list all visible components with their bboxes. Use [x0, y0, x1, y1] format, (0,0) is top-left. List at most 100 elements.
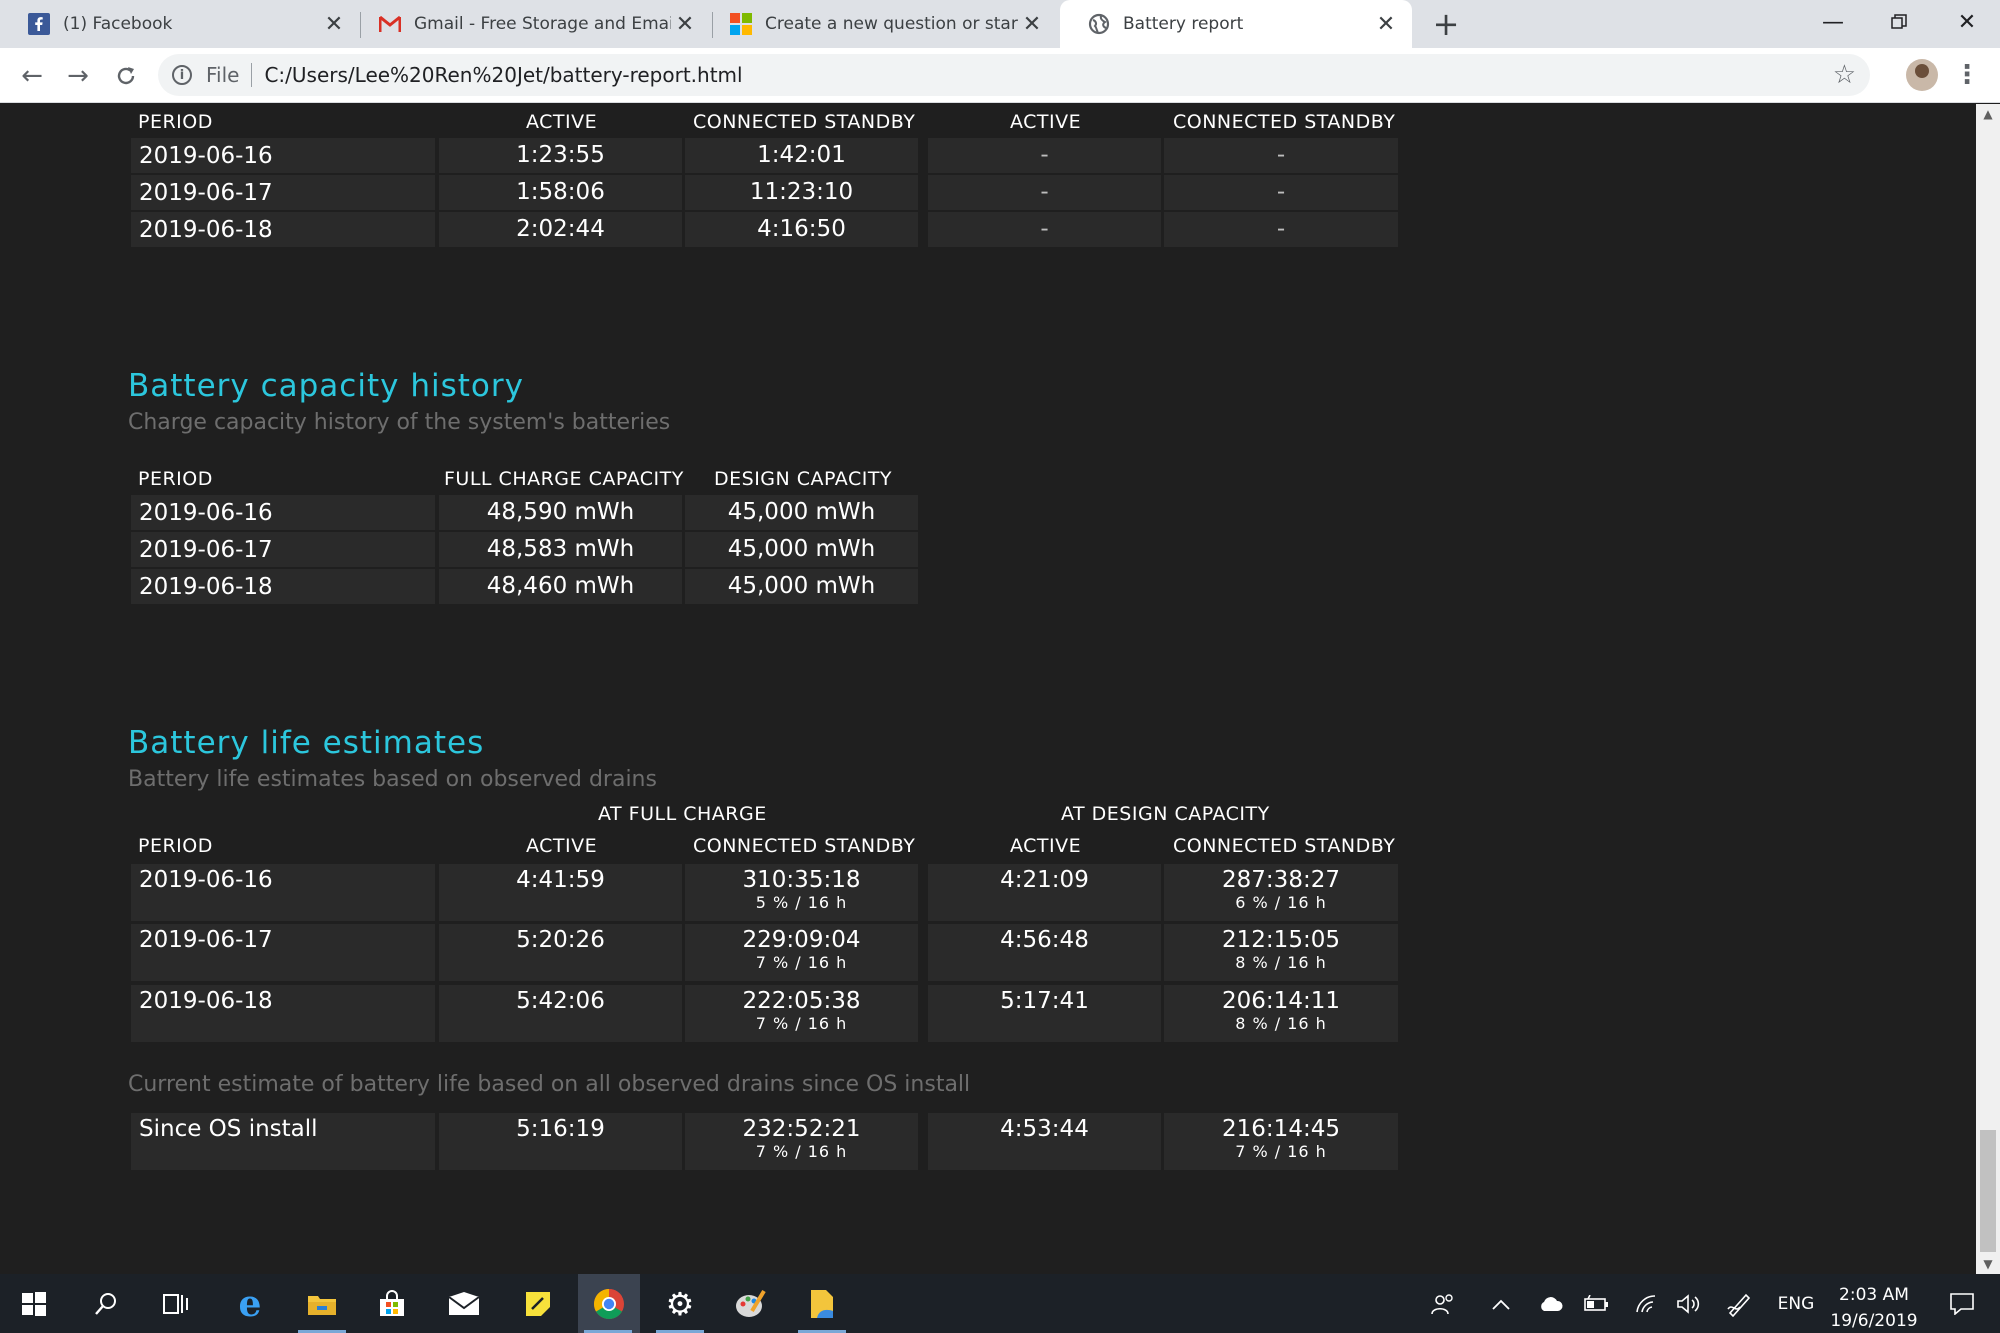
url-text[interactable]: C:/Users/Lee%20Ren%20Jet/battery-report.…: [264, 63, 742, 87]
column-header: PERIOD: [138, 111, 213, 133]
standby-value: 216:14:45: [1222, 1116, 1340, 1142]
table-row: 2019-06-17 1:58:06 11:23:10 - -: [131, 175, 1398, 210]
windows-start-icon[interactable]: [4, 1274, 64, 1333]
design-capacity-cell: 45,000 mWh: [685, 569, 918, 604]
standby-drain: 7 % / 16 h: [755, 1142, 848, 1161]
volume-icon[interactable]: [1672, 1274, 1706, 1333]
kebab-menu-icon[interactable]: ⋮: [1954, 57, 1980, 93]
standby-value: 206:14:11: [1222, 988, 1340, 1014]
section-subtitle: Battery life estimates based on observed…: [128, 767, 657, 792]
active-cell: 5:42:06: [439, 985, 682, 1042]
globe-icon: [1087, 12, 1111, 36]
active-cell: 5:20:26: [439, 924, 682, 981]
tab-facebook[interactable]: (1) Facebook ✕: [0, 0, 360, 48]
vertical-scrollbar[interactable]: ▲ ▼: [1976, 104, 2000, 1274]
standby-cell: 310:35:18 5 % / 16 h: [685, 864, 918, 921]
section-subtitle: Charge capacity history of the system's …: [128, 410, 671, 435]
tab-microsoft[interactable]: Create a new question or start a ✕: [702, 0, 1058, 48]
chevron-up-icon[interactable]: [1486, 1274, 1516, 1333]
standby-value: 232:52:21: [742, 1116, 861, 1142]
design-capacity-cell: 45,000 mWh: [685, 532, 918, 567]
battery-icon[interactable]: [1580, 1274, 1614, 1333]
file-icon[interactable]: [792, 1274, 852, 1333]
info-icon[interactable]: i: [172, 65, 192, 85]
onedrive-cloud-icon[interactable]: [1534, 1274, 1568, 1333]
scroll-up-arrow-icon[interactable]: ▲: [1976, 104, 2000, 124]
standby-drain: 8 % / 16 h: [1235, 1014, 1327, 1033]
period-cell: 2019-06-16: [131, 495, 435, 530]
pen-workspace-icon[interactable]: [1722, 1274, 1756, 1333]
reload-icon[interactable]: [106, 56, 146, 96]
standby-cell: 11:23:10: [685, 175, 918, 210]
forward-arrow-icon[interactable]: →: [58, 56, 98, 96]
standby-design-cell: 206:14:11 8 % / 16 h: [1164, 985, 1398, 1042]
file-explorer-icon[interactable]: [292, 1274, 352, 1333]
scroll-thumb[interactable]: [1980, 1130, 1996, 1252]
address-bar[interactable]: i File C:/Users/Lee%20Ren%20Jet/battery-…: [158, 54, 1870, 96]
column-header: FULL CHARGE CAPACITY: [444, 468, 684, 490]
bookmark-star-icon[interactable]: ☆: [1833, 60, 1856, 90]
standby-value: 212:15:05: [1222, 927, 1340, 953]
standby-drain: 7 % / 16 h: [755, 953, 848, 972]
standby-value: 229:09:04: [742, 927, 861, 953]
active-cell: 2:02:44: [439, 212, 682, 247]
close-icon[interactable]: ✕: [671, 10, 699, 38]
facebook-icon: [27, 12, 51, 36]
restore-button[interactable]: [1866, 0, 1932, 44]
settings-gear-icon[interactable]: ⚙: [650, 1274, 710, 1333]
gmail-icon: [378, 12, 402, 36]
mail-icon[interactable]: [434, 1274, 494, 1333]
clock[interactable]: 2:03 AM 19/6/2019: [1808, 1282, 1940, 1333]
paint-icon[interactable]: [720, 1274, 780, 1333]
wifi-icon[interactable]: [1630, 1274, 1664, 1333]
url-scheme: File: [206, 63, 240, 87]
search-icon[interactable]: [76, 1274, 136, 1333]
period-cell: 2019-06-18: [131, 212, 435, 247]
scroll-down-arrow-icon[interactable]: ▼: [1976, 1254, 2000, 1274]
active-cell: 1:58:06: [439, 175, 682, 210]
section-title: Battery life estimates: [128, 725, 485, 761]
people-icon[interactable]: [1426, 1274, 1460, 1333]
column-header: CONNECTED STANDBY: [1173, 111, 1396, 133]
minimize-button[interactable]: —: [1800, 0, 1866, 44]
table-row: 2019-06-18 5:42:06 222:05:38 7 % / 16 h …: [131, 985, 1398, 1042]
new-tab-button[interactable]: +: [1428, 5, 1464, 43]
section-title: Battery capacity history: [128, 368, 524, 404]
full-charge-cell: 48,460 mWh: [439, 569, 682, 604]
period-cell: 2019-06-17: [131, 532, 435, 567]
close-icon[interactable]: ✕: [1018, 10, 1046, 38]
standby-cell: 229:09:04 7 % / 16 h: [685, 924, 918, 981]
chrome-icon[interactable]: [578, 1274, 640, 1333]
standby-value: 287:38:27: [1222, 867, 1340, 893]
close-window-button[interactable]: ✕: [1934, 0, 2000, 44]
battery-report-page: PERIOD ACTIVE CONNECTED STANDBY ACTIVE C…: [0, 104, 1976, 1274]
standby-cell: 222:05:38 7 % / 16 h: [685, 985, 918, 1042]
table-row: 2019-06-18 48,460 mWh 45,000 mWh: [131, 569, 918, 604]
column-header: PERIOD: [138, 835, 213, 857]
standby-design-cell: -: [1164, 212, 1398, 247]
standby-drain: 8 % / 16 h: [1235, 953, 1327, 972]
period-cell: 2019-06-18: [131, 569, 435, 604]
table-row: 2019-06-17 5:20:26 229:09:04 7 % / 16 h …: [131, 924, 1398, 981]
tab-strip: (1) Facebook ✕ Gmail - Free Storage and …: [0, 0, 2000, 48]
standby-drain: 6 % / 16 h: [1235, 893, 1327, 912]
tab-gmail[interactable]: Gmail - Free Storage and Email fr ✕: [351, 0, 711, 48]
column-header: DESIGN CAPACITY: [714, 468, 893, 490]
standby-design-cell: -: [1164, 175, 1398, 210]
back-arrow-icon[interactable]: ←: [12, 56, 52, 96]
close-icon[interactable]: ✕: [1372, 10, 1400, 38]
profile-avatar[interactable]: [1906, 59, 1938, 91]
standby-design-cell: 216:14:45 7 % / 16 h: [1164, 1113, 1398, 1170]
close-icon[interactable]: ✕: [320, 10, 348, 38]
tab-battery-report[interactable]: Battery report ✕: [1060, 0, 1412, 48]
standby-design-cell: -: [1164, 138, 1398, 173]
standby-drain: 7 % / 16 h: [1235, 1142, 1327, 1161]
edge-browser-icon[interactable]: e: [220, 1274, 280, 1333]
sticky-notes-icon[interactable]: [508, 1274, 568, 1333]
task-view-icon[interactable]: [146, 1274, 206, 1333]
clock-time: 2:03 AM: [1839, 1285, 1909, 1305]
tab-title: Gmail - Free Storage and Email fr: [414, 14, 671, 34]
table-row: 2019-06-17 48,583 mWh 45,000 mWh: [131, 532, 918, 567]
microsoft-store-icon[interactable]: [362, 1274, 422, 1333]
notification-center-icon[interactable]: [1938, 1274, 1986, 1333]
